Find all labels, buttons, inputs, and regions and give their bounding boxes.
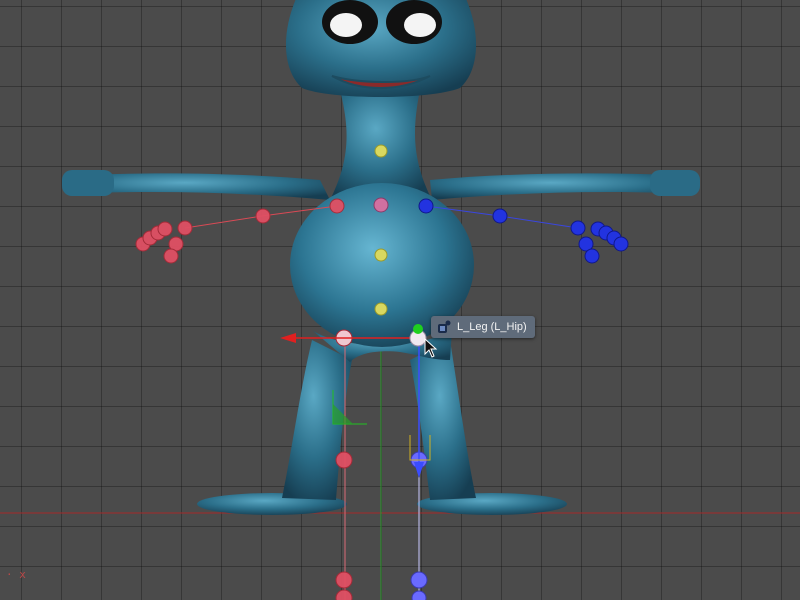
3d-viewport[interactable]: L_Leg (L_Hip) · x bbox=[0, 0, 800, 600]
joint-l-thumb-3[interactable] bbox=[584, 248, 600, 264]
joint-r-shoulder[interactable] bbox=[329, 198, 345, 214]
joint-r-ankle[interactable] bbox=[335, 571, 353, 589]
tooltip-label: L_Leg (L_Hip) bbox=[457, 321, 527, 333]
joint-r-finger-4[interactable] bbox=[157, 221, 173, 237]
joint-l-toe[interactable] bbox=[411, 590, 427, 600]
joint-spine-2[interactable] bbox=[374, 248, 388, 262]
left-hand bbox=[650, 170, 700, 196]
right-eye-white bbox=[330, 13, 362, 37]
joint-tooltip: L_Leg (L_Hip) bbox=[431, 316, 535, 338]
joint-l-ankle[interactable] bbox=[410, 571, 428, 589]
right-hand bbox=[62, 170, 114, 196]
joint-l-shoulder[interactable] bbox=[418, 198, 434, 214]
joint-spine-1[interactable] bbox=[374, 302, 388, 316]
joint-r-thumb-1[interactable] bbox=[177, 220, 193, 236]
left-eye-white bbox=[404, 13, 436, 37]
joint-chest[interactable] bbox=[373, 197, 389, 213]
manipulator-z-arrow[interactable] bbox=[414, 462, 424, 478]
joint-neck[interactable] bbox=[374, 144, 388, 158]
x-axis-label: · x bbox=[6, 568, 26, 581]
joint-r-elbow[interactable] bbox=[255, 208, 271, 224]
joint-l-finger-4[interactable] bbox=[613, 236, 629, 252]
joint-r-thumb-3[interactable] bbox=[163, 248, 179, 264]
mouse-cursor-icon bbox=[424, 338, 438, 358]
scene-canvas[interactable] bbox=[0, 0, 800, 600]
joint-hand-icon bbox=[438, 320, 451, 333]
manipulator-x-arrow[interactable] bbox=[280, 333, 296, 343]
left-leg bbox=[410, 340, 476, 500]
joint-r-knee[interactable] bbox=[335, 451, 353, 469]
manipulator-y-handle[interactable] bbox=[413, 324, 423, 334]
joint-r-toe[interactable] bbox=[335, 589, 353, 600]
joint-l-thumb-1[interactable] bbox=[570, 220, 586, 236]
joint-l-elbow[interactable] bbox=[492, 208, 508, 224]
